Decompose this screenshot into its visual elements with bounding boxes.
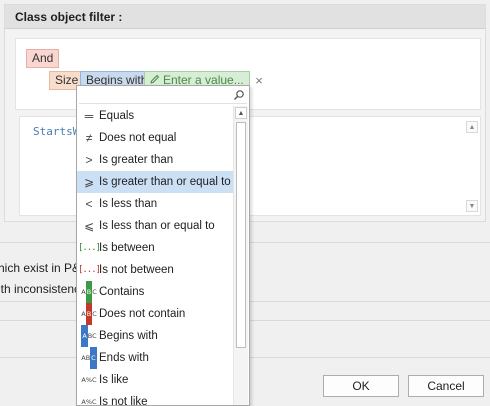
cancel-button[interactable]: Cancel: [408, 375, 484, 397]
operator-option-not-contain[interactable]: ABC Does not contain: [77, 303, 233, 325]
scroll-down-arrow-icon[interactable]: ▼: [466, 200, 478, 212]
operator-option-not-equal[interactable]: ≠ Does not equal: [77, 127, 233, 149]
remove-condition-icon[interactable]: ×: [252, 71, 266, 90]
contains-icon: ABC: [81, 281, 97, 303]
option-label: Is not like: [99, 396, 148, 406]
option-label: Is less than or equal to: [99, 220, 215, 232]
search-icon: [233, 89, 245, 101]
option-text-1: hich exist in P&: [0, 261, 81, 275]
option-label: Contains: [99, 286, 145, 298]
operator-option-less-equal[interactable]: ⩽ Is less than or equal to: [77, 215, 233, 237]
operator-option-greater-equal[interactable]: ⩾ Is greater than or equal to: [77, 171, 233, 193]
is-like-icon: A%C: [81, 376, 97, 384]
scrollbar-thumb[interactable]: [236, 122, 246, 348]
ends-with-icon: AB C: [81, 347, 97, 369]
operator-option-is-like[interactable]: A%C Is like: [77, 369, 233, 391]
dropdown-scrollbar[interactable]: ▲: [233, 106, 248, 405]
operator-option-ends-with[interactable]: AB C Ends with: [77, 347, 233, 369]
begins-with-icon: A BC: [81, 325, 97, 347]
option-label: Is greater than or equal to: [99, 176, 231, 188]
operator-option-contains[interactable]: ABC Contains: [77, 281, 233, 303]
operator-option-between[interactable]: [...] Is between: [77, 237, 233, 259]
equals-icon: ═: [84, 109, 94, 123]
expression-text: StartsW: [33, 125, 80, 138]
not-contains-icon: ABC: [81, 303, 97, 325]
operator-option-not-between[interactable]: [...] Is not between: [77, 259, 233, 281]
option-label: Is greater than: [99, 154, 174, 166]
option-label: Is not between: [99, 264, 174, 276]
option-label: Does not contain: [99, 308, 186, 320]
greater-equal-icon: ⩾: [83, 175, 95, 189]
panel-title: Class object filter :: [5, 5, 485, 29]
scroll-up-arrow-icon[interactable]: ▲: [466, 121, 478, 133]
not-equal-icon: ≠: [85, 131, 93, 145]
option-label: Is less than: [99, 198, 158, 210]
option-text-2: ith inconsistenc: [0, 282, 81, 296]
option-label: Ends with: [99, 352, 149, 364]
operator-option-not-like[interactable]: A%C Is not like: [77, 391, 233, 406]
operator-list: ═ Equals ≠ Does not equal > Is greater t…: [77, 105, 233, 406]
operator-option-equals[interactable]: ═ Equals: [77, 105, 233, 127]
option-label: Is between: [99, 242, 155, 254]
not-like-icon: A%C: [81, 398, 97, 406]
dropdown-search-input[interactable]: [79, 88, 247, 104]
operator-dropdown: ═ Equals ≠ Does not equal > Is greater t…: [76, 85, 250, 406]
and-group-chip[interactable]: And: [26, 49, 60, 68]
operator-option-greater-than[interactable]: > Is greater than: [77, 149, 233, 171]
option-label: Equals: [99, 110, 135, 122]
ok-button[interactable]: OK: [323, 375, 399, 397]
option-label: Does not equal: [99, 132, 177, 144]
not-between-icon: [...]: [77, 265, 101, 275]
less-than-icon: <: [85, 197, 93, 211]
option-label: Is like: [99, 374, 129, 386]
less-equal-icon: ⩽: [83, 219, 95, 233]
option-label: Begins with: [99, 330, 158, 342]
operator-option-less-than[interactable]: < Is less than: [77, 193, 233, 215]
between-icon: [...]: [77, 243, 101, 253]
operator-option-begins-with[interactable]: A BC Begins with: [77, 325, 233, 347]
scroll-up-arrow-icon[interactable]: ▲: [235, 107, 247, 119]
greater-than-icon: >: [85, 153, 93, 167]
